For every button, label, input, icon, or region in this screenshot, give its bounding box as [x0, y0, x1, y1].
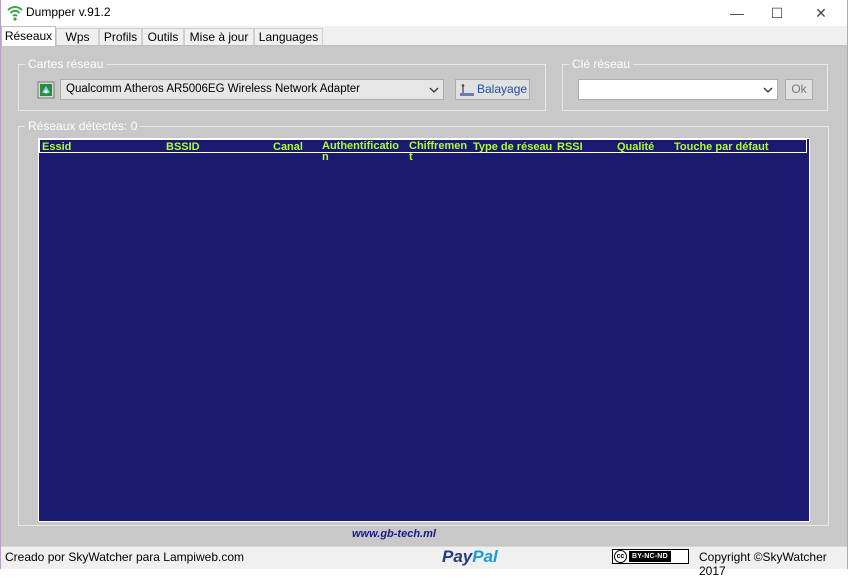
chevron-down-icon: [763, 87, 773, 93]
cc-license-label: BY-NC-ND: [629, 551, 671, 562]
tab-languages[interactable]: Languages: [254, 28, 323, 45]
status-bar: Creado por SkyWatcher para Lampiweb.com …: [1, 546, 847, 578]
creative-commons-badge[interactable]: cc BY-NC-ND: [612, 549, 689, 564]
ok-button[interactable]: Ok: [785, 79, 813, 100]
close-button[interactable]: ✕: [801, 0, 841, 26]
title-bar[interactable]: Dumpper v.91.2 — ☐ ✕: [1, 0, 847, 26]
network-adapter-icon: [37, 81, 55, 99]
column-type-de-reseau[interactable]: Type de réseau: [473, 142, 552, 153]
network-key-select[interactable]: [578, 79, 778, 100]
paypal-logo[interactable]: PayPal: [442, 547, 498, 567]
adapter-select[interactable]: Qualcomm Atheros AR5006EG Wireless Netwo…: [60, 79, 444, 100]
network-scan-icon: [460, 84, 474, 96]
app-window: Dumpper v.91.2 — ☐ ✕ Réseaux Wps Profils…: [0, 0, 848, 578]
tab-reseaux[interactable]: Réseaux: [1, 26, 56, 46]
column-chiffrement[interactable]: Chiffremen t: [409, 141, 473, 163]
scan-button-label: Balayage: [477, 82, 528, 96]
copyright-text: Copyright ©SkyWatcher 2017: [699, 550, 827, 578]
cc-icon: cc: [614, 550, 627, 563]
column-rssi[interactable]: RSSI: [557, 142, 583, 153]
minimize-button[interactable]: —: [717, 0, 757, 26]
tab-wps[interactable]: Wps: [56, 28, 99, 45]
network-cards-label: Cartes réseau: [25, 57, 107, 71]
column-bssid[interactable]: BSSID: [166, 142, 200, 153]
network-key-label: Clé réseau: [569, 57, 634, 71]
maximize-button[interactable]: ☐: [757, 0, 797, 26]
credit-text: Creado por SkyWatcher para Lampiweb.com: [5, 550, 244, 564]
column-canal[interactable]: Canal: [273, 142, 303, 153]
wifi-signal-icon: [7, 6, 23, 21]
column-touche-par-defaut[interactable]: Touche par défaut: [674, 142, 769, 153]
window-title: Dumpper v.91.2: [26, 5, 111, 19]
detected-networks-count: 0: [130, 119, 138, 133]
chevron-down-icon: [429, 87, 439, 93]
adapter-select-value: Qualcomm Atheros AR5006EG Wireless Netwo…: [66, 83, 361, 95]
tab-outils[interactable]: Outils: [142, 28, 184, 45]
tab-profils[interactable]: Profils: [99, 28, 142, 45]
networks-list[interactable]: Essid BSSID Canal Authentificatio n Chif…: [38, 138, 810, 522]
tab-mise-a-jour[interactable]: Mise à jour: [184, 28, 254, 45]
column-qualite[interactable]: Qualité: [617, 142, 654, 153]
tab-strip: Réseaux Wps Profils Outils Mise à jour L…: [1, 26, 847, 46]
website-link[interactable]: www.gb-tech.ml: [352, 528, 436, 540]
detected-networks-label: Réseaux détectés: 0: [25, 119, 141, 133]
column-authentification[interactable]: Authentificatio n: [322, 141, 406, 163]
scan-button[interactable]: Balayage: [455, 79, 530, 100]
column-essid[interactable]: Essid: [42, 142, 71, 153]
